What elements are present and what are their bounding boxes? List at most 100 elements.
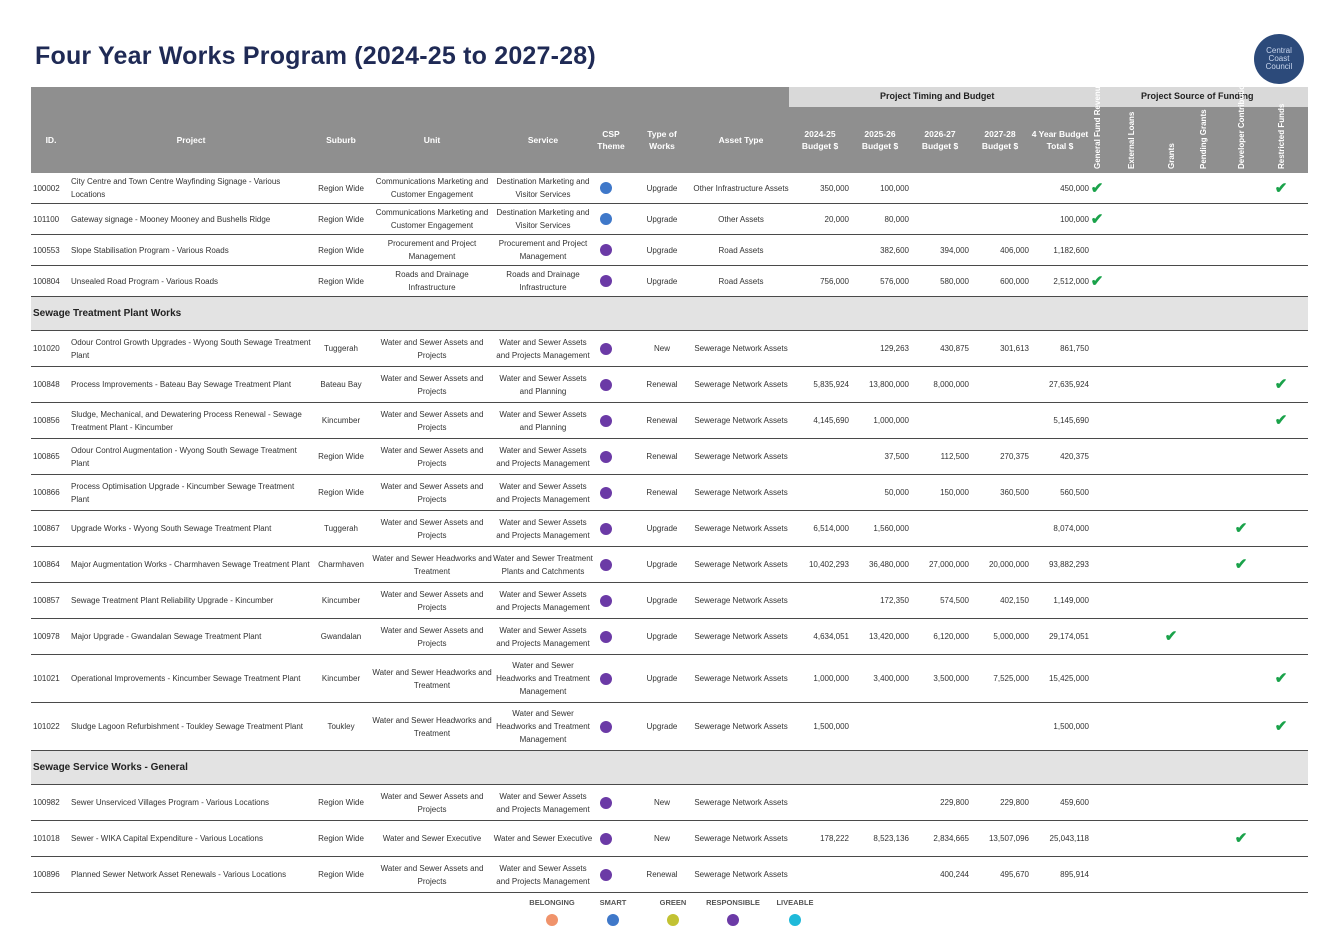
legend-item-responsible: RESPONSIBLE	[698, 898, 768, 926]
cell-b2: 1,000,000	[851, 403, 909, 438]
cell-b4	[971, 703, 1029, 750]
cell-total: 15,425,000	[1031, 655, 1089, 702]
cell-id-text: 100867	[33, 524, 60, 533]
table-row: 100982 Sewer Unserviced Villages Program …	[31, 785, 1308, 821]
legend-dot	[667, 914, 679, 926]
cell-type-text: Renewal	[646, 452, 678, 461]
header-fund-label: Developer Contributions	[1237, 75, 1246, 169]
cell-b4: 360,500	[971, 475, 1029, 510]
csp-theme-cell	[593, 703, 619, 750]
cell-asset-text: Other Infrastructure Assets	[693, 183, 789, 193]
cell-service: Water and Sewer Assets and Projects Mana…	[493, 511, 593, 546]
csp-theme-dot	[600, 182, 612, 194]
cell-asset-text: Road Assets	[718, 245, 764, 255]
cell-asset: Sewerage Network Assets	[691, 583, 791, 618]
cell-service-text: Water and Sewer Assets and Projects Mana…	[496, 337, 590, 360]
cell-unit-text: Roads and Drainage Infrastructure	[395, 270, 469, 292]
cell-type: Renewal	[641, 439, 683, 474]
cell-unit-text: Water and Sewer Headworks and Treatment	[372, 667, 492, 690]
cell-service-text: Water and Sewer Assets and Projects Mana…	[496, 589, 590, 612]
cell-asset-text: Sewerage Network Assets	[694, 870, 788, 879]
cell-b1-text: 178,222	[820, 834, 849, 843]
csp-theme-dot	[600, 630, 612, 643]
cell-project-text: Odour Control Growth Upgrades - Wyong So…	[71, 337, 311, 360]
cell-b1: 350,000	[791, 173, 849, 203]
cell-project-text: Sewer - WIKA Capital Expenditure - Vario…	[71, 834, 263, 843]
cell-b4-text: 5,000,000	[993, 632, 1029, 641]
cell-project: Planned Sewer Network Asset Renewals - V…	[71, 857, 311, 892]
cell-project-text: Major Upgrade - Gwandalan Sewage Treatme…	[71, 632, 262, 641]
cell-unit: Water and Sewer Assets and Projects	[371, 403, 493, 438]
cell-project-text: Sewage Treatment Plant Reliability Upgra…	[71, 596, 274, 605]
legend-dot	[727, 914, 739, 926]
cell-b4-text: 402,150	[1000, 596, 1029, 605]
cell-type-text: Renewal	[646, 416, 678, 425]
cell-b3-text: 574,500	[940, 596, 969, 605]
cell-type-text: Upgrade	[646, 632, 678, 641]
cell-id: 101020	[33, 331, 71, 366]
cell-total: 861,750	[1031, 331, 1089, 366]
cell-service-text: Water and Sewer Assets and Projects Mana…	[496, 791, 590, 814]
cell-asset-text: Sewerage Network Assets	[694, 798, 788, 807]
cell-asset-text: Sewerage Network Assets	[694, 596, 788, 605]
table-row: 100804 Unsealed Road Program - Various Ro…	[31, 266, 1308, 297]
cell-b2-text: 13,420,000	[868, 632, 909, 641]
funding-check-icon: ✔	[1274, 376, 1288, 393]
cell-id-text: 100856	[33, 416, 60, 425]
cell-unit: Water and Sewer Headworks and Treatment	[371, 703, 493, 750]
cell-asset-text: Sewerage Network Assets	[694, 344, 788, 353]
cell-b1	[791, 785, 849, 820]
cell-project: Slope Stabilisation Program - Various Ro…	[71, 235, 311, 265]
table-header: ID. Project Suburb Unit Service CSP Theme Type…	[31, 76, 1308, 173]
cell-b1	[791, 583, 849, 618]
cell-total: 2,512,000	[1031, 266, 1089, 296]
csp-theme-cell	[593, 511, 619, 546]
cell-type: Upgrade	[641, 583, 683, 618]
cell-id: 100866	[33, 475, 71, 510]
cell-service: Water and Sewer Headworks and Treatment …	[493, 655, 593, 702]
cell-total: 25,043,118	[1031, 821, 1089, 856]
csp-theme-cell	[593, 785, 619, 820]
cell-type: Renewal	[641, 475, 683, 510]
csp-theme-cell	[593, 204, 619, 234]
cell-b3-text: 3,500,000	[933, 674, 969, 683]
cell-total: 93,882,293	[1031, 547, 1089, 582]
cell-b3: 394,000	[911, 235, 969, 265]
cell-type-text: Upgrade	[646, 214, 678, 224]
cell-suburb-text: Region Wide	[318, 452, 364, 461]
cell-b1-text: 4,145,690	[813, 416, 849, 425]
funding-check-icon: ✔	[1090, 210, 1104, 228]
legend-label: RESPONSIBLE	[706, 898, 760, 907]
cell-total: 560,500	[1031, 475, 1089, 510]
csp-theme-cell	[593, 655, 619, 702]
cell-type-text: New	[653, 834, 670, 843]
cell-service-text: Water and Sewer Assets and Projects Mana…	[496, 445, 590, 468]
cell-b1-text: 1,000,000	[813, 674, 849, 683]
cell-suburb: Region Wide	[313, 266, 369, 296]
cell-unit-text: Water and Sewer Assets and Projects	[380, 517, 484, 540]
cell-b3: 580,000	[911, 266, 969, 296]
cell-service-text: Water and Sewer Assets and Planning	[499, 409, 587, 432]
cell-b4-text: 7,525,000	[993, 674, 1029, 683]
cell-b4: 13,507,096	[971, 821, 1029, 856]
cell-unit: Procurement and Project Management	[371, 235, 493, 265]
cell-project: Unsealed Road Program - Various Roads	[71, 266, 311, 296]
cell-project: Odour Control Augmentation - Wyong South…	[71, 439, 311, 474]
cell-suburb-text: Region Wide	[318, 798, 364, 807]
header-fund-f1: General Fund Revenue	[1087, 82, 1107, 173]
cell-b3: 27,000,000	[911, 547, 969, 582]
cell-unit-text: Water and Sewer Assets and Projects	[380, 445, 484, 468]
csp-theme-dot	[600, 796, 612, 809]
cell-total-text: 1,182,600	[1053, 245, 1089, 255]
cell-suburb-text: Region Wide	[318, 214, 364, 224]
header-csp: CSP Theme	[597, 129, 625, 151]
cell-asset: Sewerage Network Assets	[691, 785, 791, 820]
cell-b3-text: 580,000	[940, 276, 969, 286]
works-program-table: Project Timing and Budget Project Source…	[31, 76, 1308, 893]
cell-project: Sewer Unserviced Villages Program - Vari…	[71, 785, 311, 820]
cell-service: Roads and Drainage Infrastructure	[493, 266, 593, 296]
cell-id-text: 101018	[33, 834, 60, 843]
cell-b2-text: 13,800,000	[868, 380, 909, 389]
cell-project-text: Process Optimisation Upgrade - Kincumber…	[71, 481, 295, 504]
cell-service: Water and Sewer Assets and Projects Mana…	[493, 331, 593, 366]
